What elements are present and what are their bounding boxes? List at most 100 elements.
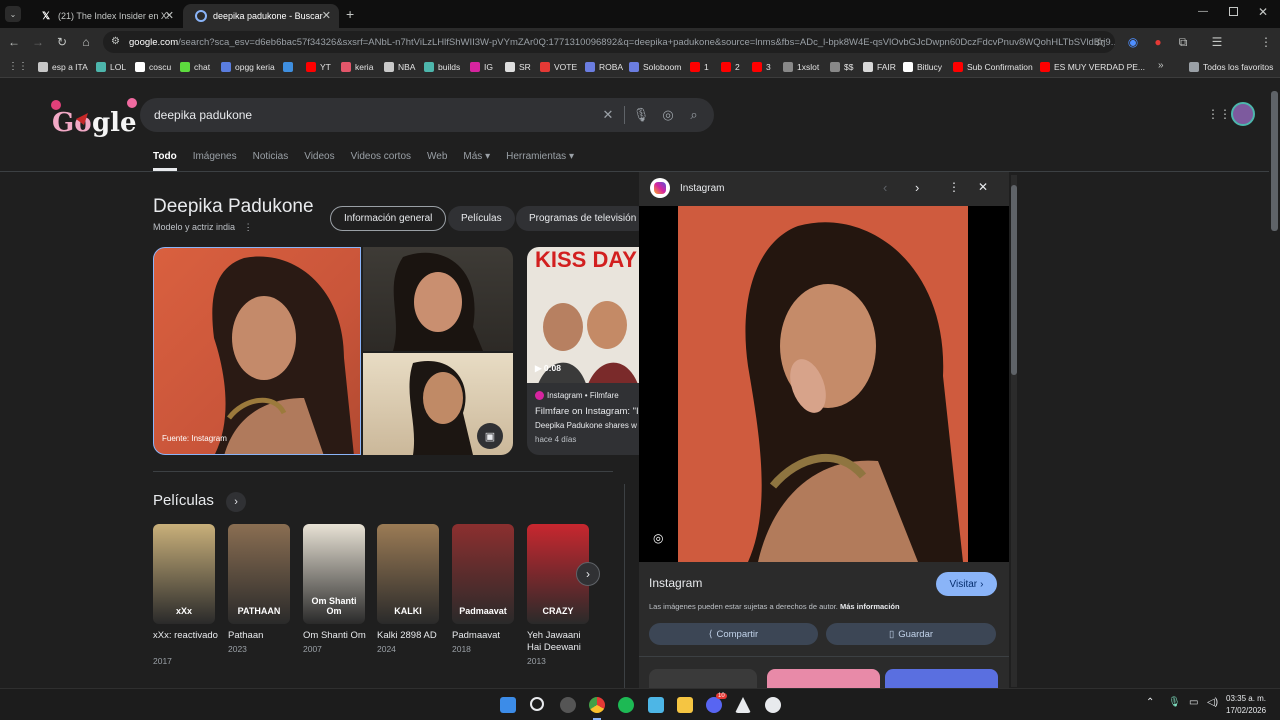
- chip-tv-shows[interactable]: Programas de televisión: [516, 206, 650, 231]
- bookmark-item[interactable]: 1: [690, 60, 709, 74]
- related-image-3[interactable]: [885, 669, 998, 688]
- next-image-icon[interactable]: ›: [915, 180, 919, 195]
- forward-icon[interactable]: →: [30, 34, 46, 50]
- tab-all[interactable]: Todo: [153, 151, 177, 171]
- home-icon[interactable]: ⌂: [78, 34, 94, 50]
- clock-date[interactable]: 17/02/2026: [1226, 706, 1266, 715]
- image-thumb-1[interactable]: [363, 247, 513, 351]
- chip-overview[interactable]: Información general: [330, 206, 447, 231]
- bookmark-item[interactable]: esp a ITA: [38, 60, 88, 74]
- extension-wifi-icon[interactable]: ◉: [1125, 34, 1141, 50]
- visit-button[interactable]: Visitar ›: [936, 572, 997, 596]
- tray-expand-icon[interactable]: ⌃: [1146, 697, 1154, 708]
- reload-icon[interactable]: ↻: [54, 34, 70, 50]
- news-title[interactable]: Filmfare on Instagram: "I: [535, 406, 639, 417]
- minimize-window-icon[interactable]: —: [1198, 6, 1208, 17]
- bookmark-item[interactable]: Sub Confirmation: [953, 60, 1033, 74]
- save-button[interactable]: ▯ Guardar: [826, 623, 996, 645]
- bookmark-item[interactable]: VOTE: [540, 60, 577, 74]
- new-tab-button[interactable]: +: [346, 6, 354, 22]
- main-image[interactable]: Fuente: Instagram: [153, 247, 361, 455]
- bookmark-item[interactable]: 3: [752, 60, 771, 74]
- bookmark-item[interactable]: keria: [341, 60, 373, 74]
- tab-google-search[interactable]: deepika padukone - Buscar con ✕: [183, 4, 339, 28]
- lens-search-icon[interactable]: ◎: [653, 531, 663, 545]
- movie-title[interactable]: Om Shanti Om: [303, 630, 369, 642]
- browser-menu-icon[interactable]: ⋮: [1258, 34, 1274, 50]
- preview-image[interactable]: [678, 206, 968, 562]
- chevron-right-icon[interactable]: ›: [226, 492, 247, 512]
- extension-red-icon[interactable]: ●: [1150, 34, 1166, 50]
- search-icon[interactable]: ⌕: [686, 107, 702, 123]
- related-image-1[interactable]: [649, 669, 757, 688]
- tab-videos[interactable]: Videos: [304, 151, 334, 171]
- bookmark-item[interactable]: YT: [306, 60, 331, 74]
- movie-title[interactable]: xXx: reactivado: [153, 630, 219, 642]
- bookmark-item[interactable]: Soloboom: [629, 60, 681, 74]
- more-options-icon[interactable]: ⋮: [948, 180, 960, 194]
- more-bookmarks-icon[interactable]: »: [1158, 60, 1164, 71]
- tab-short-videos[interactable]: Videos cortos: [351, 151, 411, 171]
- microphone-icon[interactable]: 🎙: [1168, 697, 1181, 708]
- bookmark-item[interactable]: [283, 60, 297, 74]
- tab-twitter[interactable]: 𝕏 (21) The Index Insider en X: "To ✕: [28, 4, 182, 28]
- app-icon-4[interactable]: [765, 697, 781, 713]
- prev-image-icon[interactable]: ‹: [883, 180, 887, 195]
- close-tab-icon[interactable]: ✕: [165, 9, 174, 22]
- news-card[interactable]: KISS DAY ▶ 0:08 Instagram • Filmfare Fil…: [527, 247, 639, 455]
- bookmark-item[interactable]: builds: [424, 60, 460, 74]
- bookmark-item[interactable]: FAIR: [863, 60, 896, 74]
- more-options-icon[interactable]: ⋮: [244, 222, 253, 232]
- tab-web[interactable]: Web: [427, 151, 447, 171]
- search-input[interactable]: deepika padukone: [154, 108, 252, 122]
- movie-poster[interactable]: Om Shanti Om: [303, 524, 365, 624]
- all-bookmarks-folder[interactable]: Todos los favoritos: [1189, 60, 1273, 74]
- movie-poster[interactable]: KALKI: [377, 524, 439, 624]
- notepad-icon[interactable]: [648, 697, 664, 713]
- tab-tools[interactable]: Herramientas ▾: [506, 151, 574, 171]
- panel-footer-source[interactable]: Instagram: [649, 576, 702, 590]
- bookmark-item[interactable]: Bitlucy: [903, 60, 942, 74]
- bookmark-item[interactable]: SR: [505, 60, 531, 74]
- tab-images[interactable]: Imágenes: [193, 151, 237, 171]
- bookmark-item[interactable]: 2: [721, 60, 740, 74]
- bookmark-item[interactable]: ES MUY VERDAD PE...: [1040, 60, 1145, 74]
- related-image-2[interactable]: [767, 669, 880, 688]
- close-window-icon[interactable]: ✕: [1258, 5, 1268, 19]
- movies-next-icon[interactable]: ›: [576, 562, 600, 586]
- site-info-icon[interactable]: ⚙: [111, 36, 120, 47]
- start-menu-icon[interactable]: [500, 697, 516, 713]
- bookmark-item[interactable]: chat: [180, 60, 210, 74]
- bookmark-item[interactable]: 1xslot: [783, 60, 819, 74]
- panel-scrollbar[interactable]: [1011, 175, 1017, 687]
- app-icon-1[interactable]: [560, 697, 576, 713]
- movie-title[interactable]: Pathaan: [228, 630, 294, 642]
- apps-grid-icon[interactable]: ⋮⋮: [8, 61, 28, 72]
- bookmark-item[interactable]: ROBA: [585, 60, 623, 74]
- reading-list-icon[interactable]: ☰: [1209, 34, 1225, 50]
- bookmark-item[interactable]: LOL: [96, 60, 126, 74]
- movie-poster[interactable]: Padmaavat: [452, 524, 514, 624]
- tab-list-icon[interactable]: ⌄: [5, 6, 21, 22]
- bookmark-item[interactable]: opgg keria: [221, 60, 275, 74]
- movie-poster[interactable]: PATHAAN: [228, 524, 290, 624]
- address-bar[interactable]: ⚙ google.com/search?sca_esv=d6eb6bac57f3…: [103, 31, 1115, 53]
- movie-title[interactable]: Padmaavat: [452, 630, 518, 642]
- movie-title[interactable]: Kalki 2898 AD: [377, 630, 443, 642]
- restore-window-icon[interactable]: [1229, 7, 1238, 16]
- preview-image-container[interactable]: ◎: [639, 206, 1009, 562]
- discord-icon[interactable]: [706, 697, 722, 713]
- volume-icon[interactable]: ◁): [1207, 697, 1218, 708]
- movies-section-title[interactable]: Películas ›: [153, 492, 247, 512]
- search-icon[interactable]: [530, 697, 544, 711]
- close-tab-icon[interactable]: ✕: [322, 9, 331, 22]
- extensions-puzzle-icon[interactable]: ⧉: [1175, 34, 1191, 50]
- bookmark-item[interactable]: coscu: [135, 60, 171, 74]
- bookmark-star-icon[interactable]: ☆: [1092, 34, 1108, 50]
- page-scrollbar[interactable]: [1269, 79, 1280, 688]
- tab-more[interactable]: Más ▾: [463, 151, 490, 171]
- panel-source-name[interactable]: Instagram: [680, 183, 724, 194]
- clock-time[interactable]: 03:35 a. m.: [1226, 694, 1266, 703]
- network-icon[interactable]: ▭: [1189, 697, 1198, 708]
- movie-poster[interactable]: xXx: [153, 524, 215, 624]
